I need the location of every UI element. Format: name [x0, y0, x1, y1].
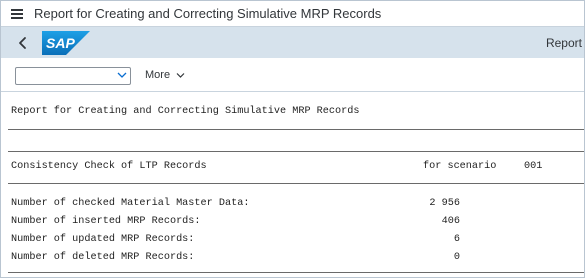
- svg-text:SAP: SAP: [46, 35, 75, 51]
- divider: [8, 129, 584, 130]
- window-title: Report for Creating and Correcting Simul…: [34, 6, 382, 21]
- sap-logo[interactable]: SAP: [42, 31, 90, 55]
- report-heading: Report for Creating and Correcting Simul…: [11, 106, 360, 117]
- title-bar: Report for Creating and Correcting Simul…: [1, 1, 584, 27]
- row-value: 0: [453, 252, 460, 263]
- more-label: More: [145, 69, 171, 81]
- app-window: Report for Creating and Correcting Simul…: [0, 0, 585, 278]
- divider: [8, 272, 584, 273]
- row-value: 406: [441, 216, 460, 227]
- section-title: Consistency Check of LTP Records: [11, 161, 207, 172]
- chevron-down-icon: [117, 72, 127, 78]
- chevron-left-icon: [19, 37, 26, 49]
- report-output: Report for Creating and Correcting Simul…: [1, 92, 584, 277]
- row-label: Number of checked Material Master Data:: [11, 198, 250, 209]
- row-value: 6: [453, 234, 460, 245]
- toolbar: More: [1, 58, 584, 92]
- chevron-down-icon: [176, 72, 185, 78]
- shell-title: Report: [545, 36, 582, 50]
- scenario-value: 001: [524, 161, 543, 172]
- row-label: Number of deleted MRP Records:: [11, 252, 195, 263]
- scenario-label: for scenario: [423, 161, 497, 172]
- more-button[interactable]: More: [145, 69, 185, 81]
- divider: [8, 151, 584, 152]
- back-button[interactable]: [15, 35, 31, 51]
- shell-bar: SAP Report: [1, 27, 584, 58]
- variant-select[interactable]: [15, 67, 131, 85]
- row-value: 2 956: [429, 198, 460, 209]
- row-label: Number of updated MRP Records:: [11, 234, 195, 245]
- hamburger-menu-icon[interactable]: [11, 9, 23, 19]
- row-label: Number of inserted MRP Records:: [11, 216, 201, 227]
- divider: [8, 183, 584, 184]
